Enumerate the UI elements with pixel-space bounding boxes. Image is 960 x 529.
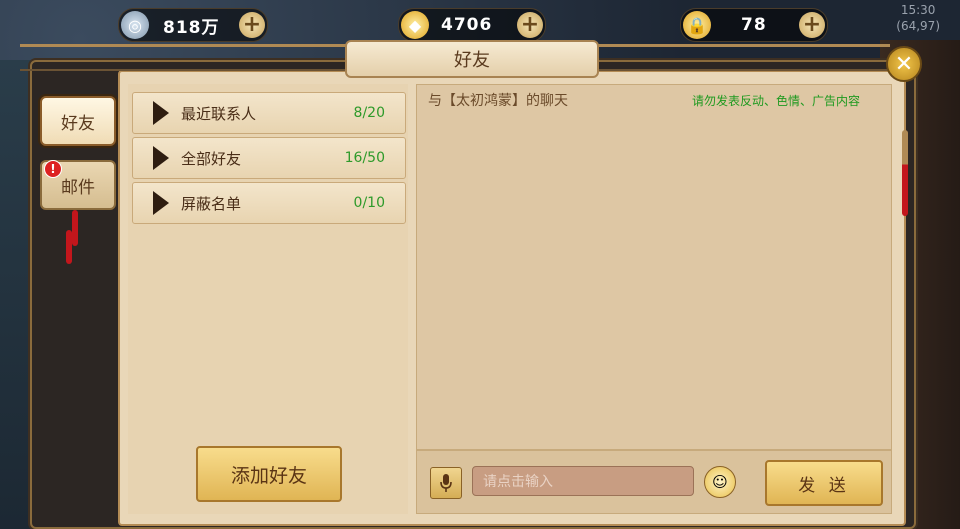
add-friend-label: 添加好友 [230, 464, 307, 487]
add-gold-button[interactable]: + [517, 12, 543, 38]
tassel-ornament [72, 210, 78, 246]
group-count: 8/20 [353, 105, 385, 121]
group-count: 16/50 [344, 150, 385, 166]
gold-ingot-icon: ◆ [401, 11, 429, 39]
send-button[interactable]: 发 送 [765, 460, 883, 506]
add-bound-gold-button[interactable]: + [799, 12, 825, 38]
ping-readout: (64,97) [896, 19, 940, 33]
silver-currency: ◎ 818万 + [118, 8, 268, 42]
tab-mail-label: 邮件 [61, 177, 95, 198]
tassel-ornament [902, 130, 908, 216]
microphone-icon [440, 474, 452, 492]
voice-button[interactable] [430, 467, 462, 499]
expand-triangle-icon [153, 146, 169, 170]
chat-input-placeholder: 请点击输入 [483, 474, 553, 490]
tassel-ornament [66, 230, 72, 264]
gold-value: 4706 [441, 15, 493, 35]
group-recent-contacts[interactable]: 最近联系人 8/20 [132, 92, 406, 134]
tab-friends[interactable]: 好友 [40, 96, 116, 146]
coin-icon: ◎ [121, 11, 149, 39]
group-all-friends[interactable]: 全部好友 16/50 [132, 137, 406, 179]
mail-alert-badge: ! [44, 160, 62, 178]
expand-triangle-icon [153, 191, 169, 215]
chat-title: 与【太初鸿蒙】的聊天 [428, 93, 568, 109]
tab-friends-label: 好友 [61, 113, 95, 134]
chat-log [416, 84, 892, 450]
locked-ingot-icon: 🔒 [683, 11, 711, 39]
clock-time: 15:30 [900, 3, 936, 17]
add-friend-button[interactable]: 添加好友 [196, 446, 342, 502]
group-label: 全部好友 [181, 149, 242, 168]
dialog-title-text: 好友 [454, 50, 490, 71]
title-ornament-left [20, 44, 350, 71]
chat-input[interactable]: 请点击输入 [472, 466, 694, 496]
emoji-button[interactable]: ☺ [704, 466, 736, 498]
bound-gold-currency: 🔒 78 + [680, 8, 828, 42]
bound-gold-value: 78 [741, 15, 767, 35]
dialog-title: 好友 [345, 40, 599, 78]
group-count: 0/10 [353, 195, 385, 211]
add-silver-button[interactable]: + [239, 12, 265, 38]
group-block-list[interactable]: 屏蔽名单 0/10 [132, 182, 406, 224]
chat-warning: 请勿发表反动、色情、广告内容 [692, 94, 861, 108]
smiley-icon: ☺ [712, 473, 728, 491]
group-label: 屏蔽名单 [181, 194, 242, 213]
send-label: 发 送 [798, 475, 850, 496]
clock: 15:30 (64,97) [896, 2, 940, 34]
gold-currency: ◆ 4706 + [398, 8, 546, 42]
title-ornament-right [590, 44, 890, 71]
silver-value: 818万 [163, 17, 220, 38]
expand-triangle-icon [153, 101, 169, 125]
group-label: 最近联系人 [181, 104, 257, 123]
alert-icon: ! [50, 162, 56, 176]
close-button[interactable]: ✕ [886, 46, 922, 82]
close-icon: ✕ [894, 51, 914, 77]
